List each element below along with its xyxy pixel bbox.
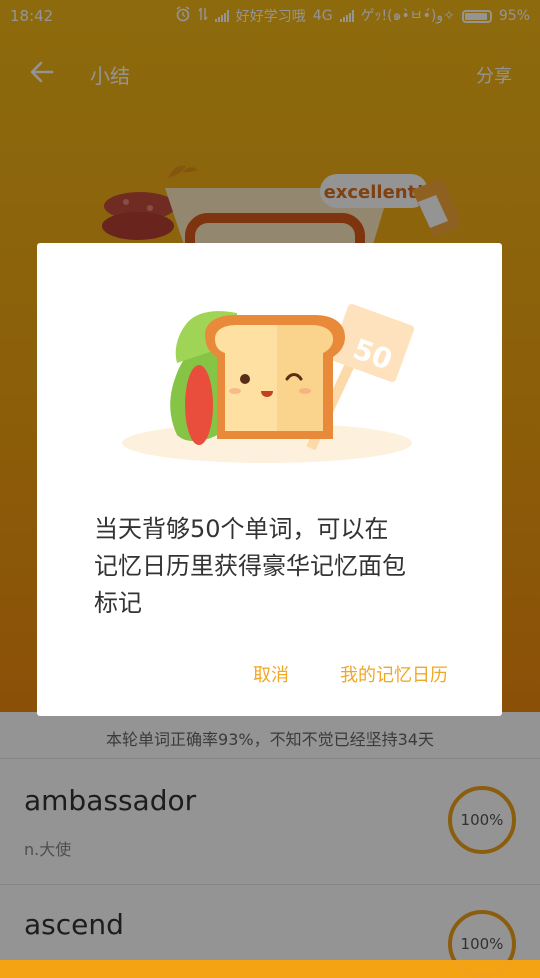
toast-illustration: 50 — [117, 293, 417, 483]
memory-calendar-button[interactable]: 我的记忆日历 — [340, 661, 448, 687]
memory-bread-dialog: 50 当天背够50个单词，可以在 记忆日历里获得豪华记忆面包 标记 取消 我的记… — [37, 243, 502, 716]
dialog-message-line: 标记 — [94, 589, 142, 617]
cancel-button[interactable]: 取消 — [253, 661, 289, 687]
dialog-message-line: 记忆日历里获得豪华记忆面包 — [94, 552, 406, 580]
dialog-message: 当天背够50个单词，可以在 记忆日历里获得豪华记忆面包 标记 — [94, 511, 454, 622]
dialog-message-line: 当天背够50个单词，可以在 — [94, 515, 389, 543]
